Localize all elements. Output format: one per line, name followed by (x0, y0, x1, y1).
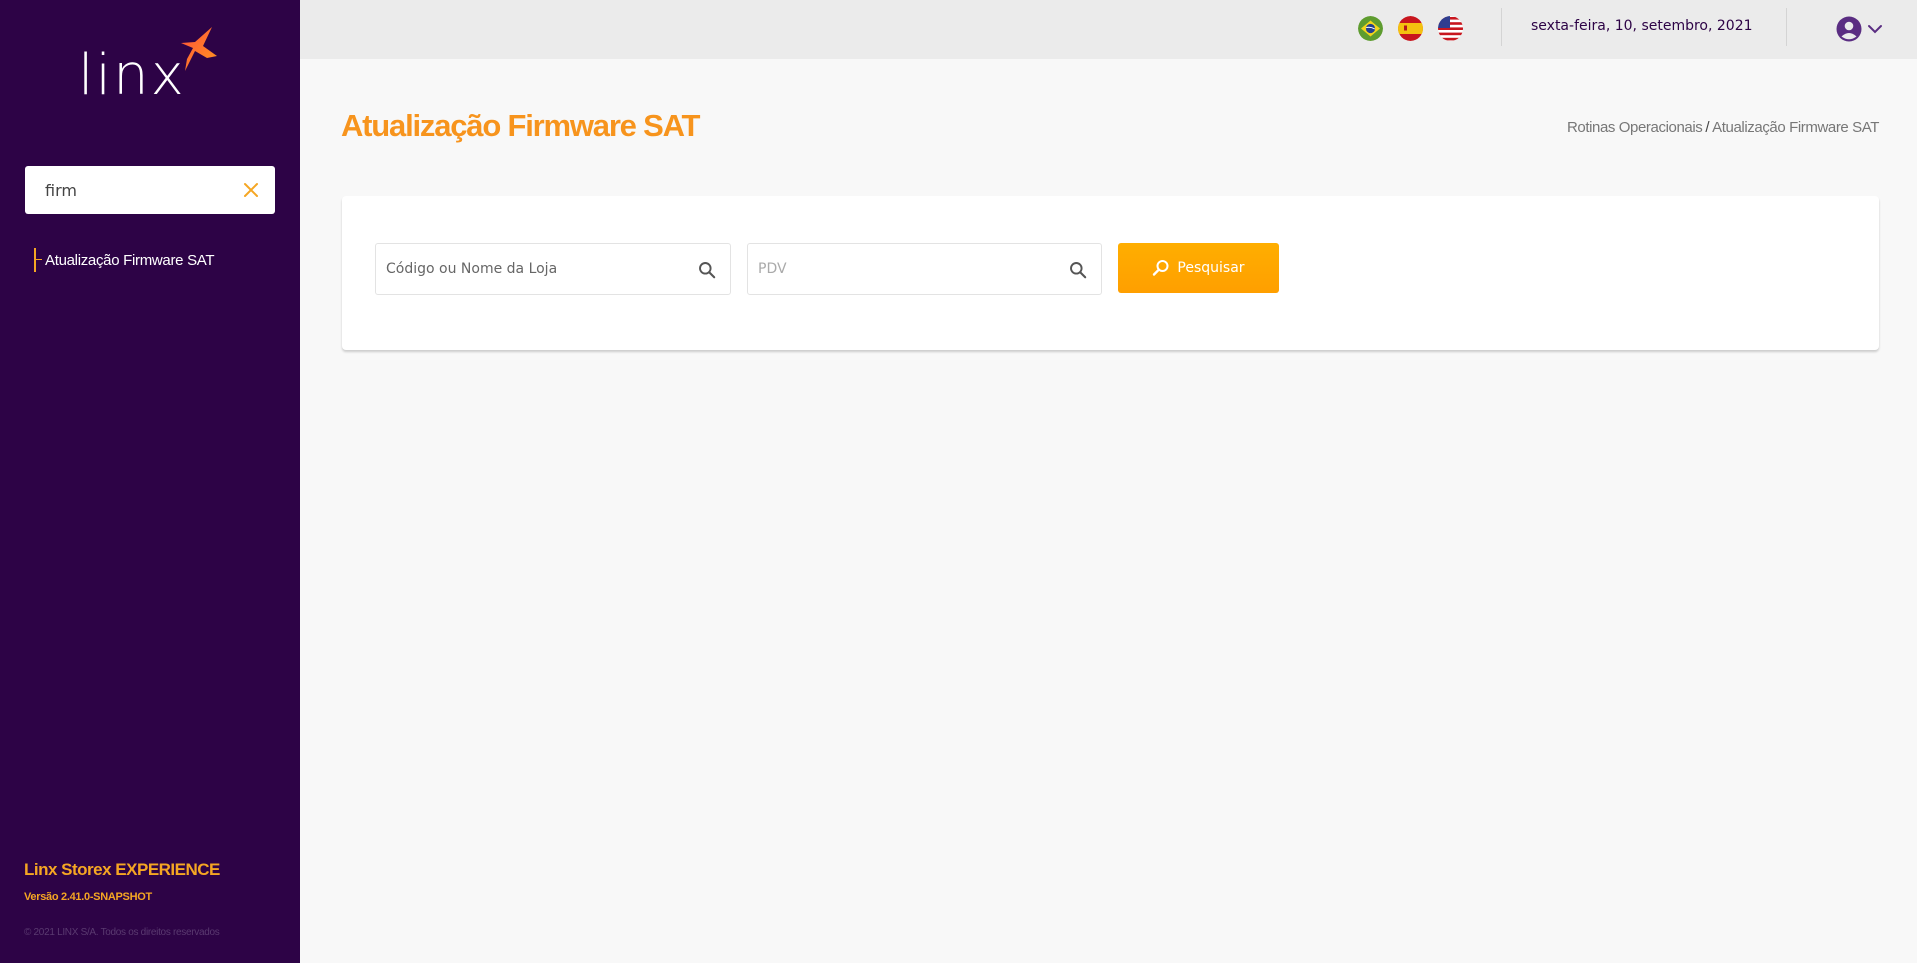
pdv-field (747, 243, 1102, 295)
user-menu-button[interactable] (1836, 14, 1886, 44)
sidebar-item-label: Atualização Firmware SAT (45, 251, 215, 269)
pdv-input[interactable] (758, 244, 1048, 294)
divider (1501, 8, 1502, 46)
linx-logo-mark-icon (181, 27, 217, 71)
chevron-down-icon (1868, 25, 1882, 34)
breadcrumb: Rotinas Operacionais / Atualização Firmwar… (1567, 119, 1879, 136)
menu-search-input[interactable] (45, 166, 235, 214)
breadcrumb-separator: / (1705, 119, 1710, 136)
usa-flag-icon[interactable] (1438, 16, 1463, 41)
sidebar-item-atualizacao-firmware-sat[interactable]: Atualização Firmware SAT (34, 247, 215, 273)
copyright: © 2021 LINX S/A. Todos os direitos reser… (24, 927, 220, 938)
breadcrumb-current: Atualização Firmware SAT (1712, 119, 1879, 136)
spain-flag-icon[interactable] (1398, 16, 1423, 41)
top-bar: sexta-feira, 10, setembro, 2021 (300, 0, 1917, 59)
search-button-label: Pesquisar (1177, 260, 1245, 276)
breadcrumb-rotinas-operacionais[interactable]: Rotinas Operacionais (1567, 119, 1703, 136)
current-date: sexta-feira, 10, setembro, 2021 (1531, 18, 1753, 34)
search-icon (1153, 260, 1169, 276)
sidebar: linx Atualização Firmware SAT Linx Store… (0, 0, 300, 963)
user-circle-icon (1836, 16, 1862, 42)
search-icon[interactable] (1069, 261, 1087, 279)
product-name: Linx Storex EXPERIENCE (24, 860, 220, 879)
linx-logo[interactable]: linx (78, 26, 223, 116)
divider (1786, 8, 1787, 46)
store-search-field (375, 243, 731, 295)
logo-text: linx (78, 43, 186, 108)
search-icon[interactable] (698, 261, 716, 279)
store-search-input[interactable] (386, 244, 676, 294)
product-version: Versão 2.41.0-SNAPSHOT (24, 891, 152, 903)
tree-line (34, 248, 42, 272)
brazil-flag-icon[interactable] (1358, 16, 1383, 41)
filter-card: Pesquisar (342, 196, 1879, 350)
clear-search-icon[interactable] (241, 180, 261, 200)
menu-search-box (25, 166, 275, 214)
page-title: Atualização Firmware SAT (341, 108, 700, 143)
search-button[interactable]: Pesquisar (1118, 243, 1279, 293)
